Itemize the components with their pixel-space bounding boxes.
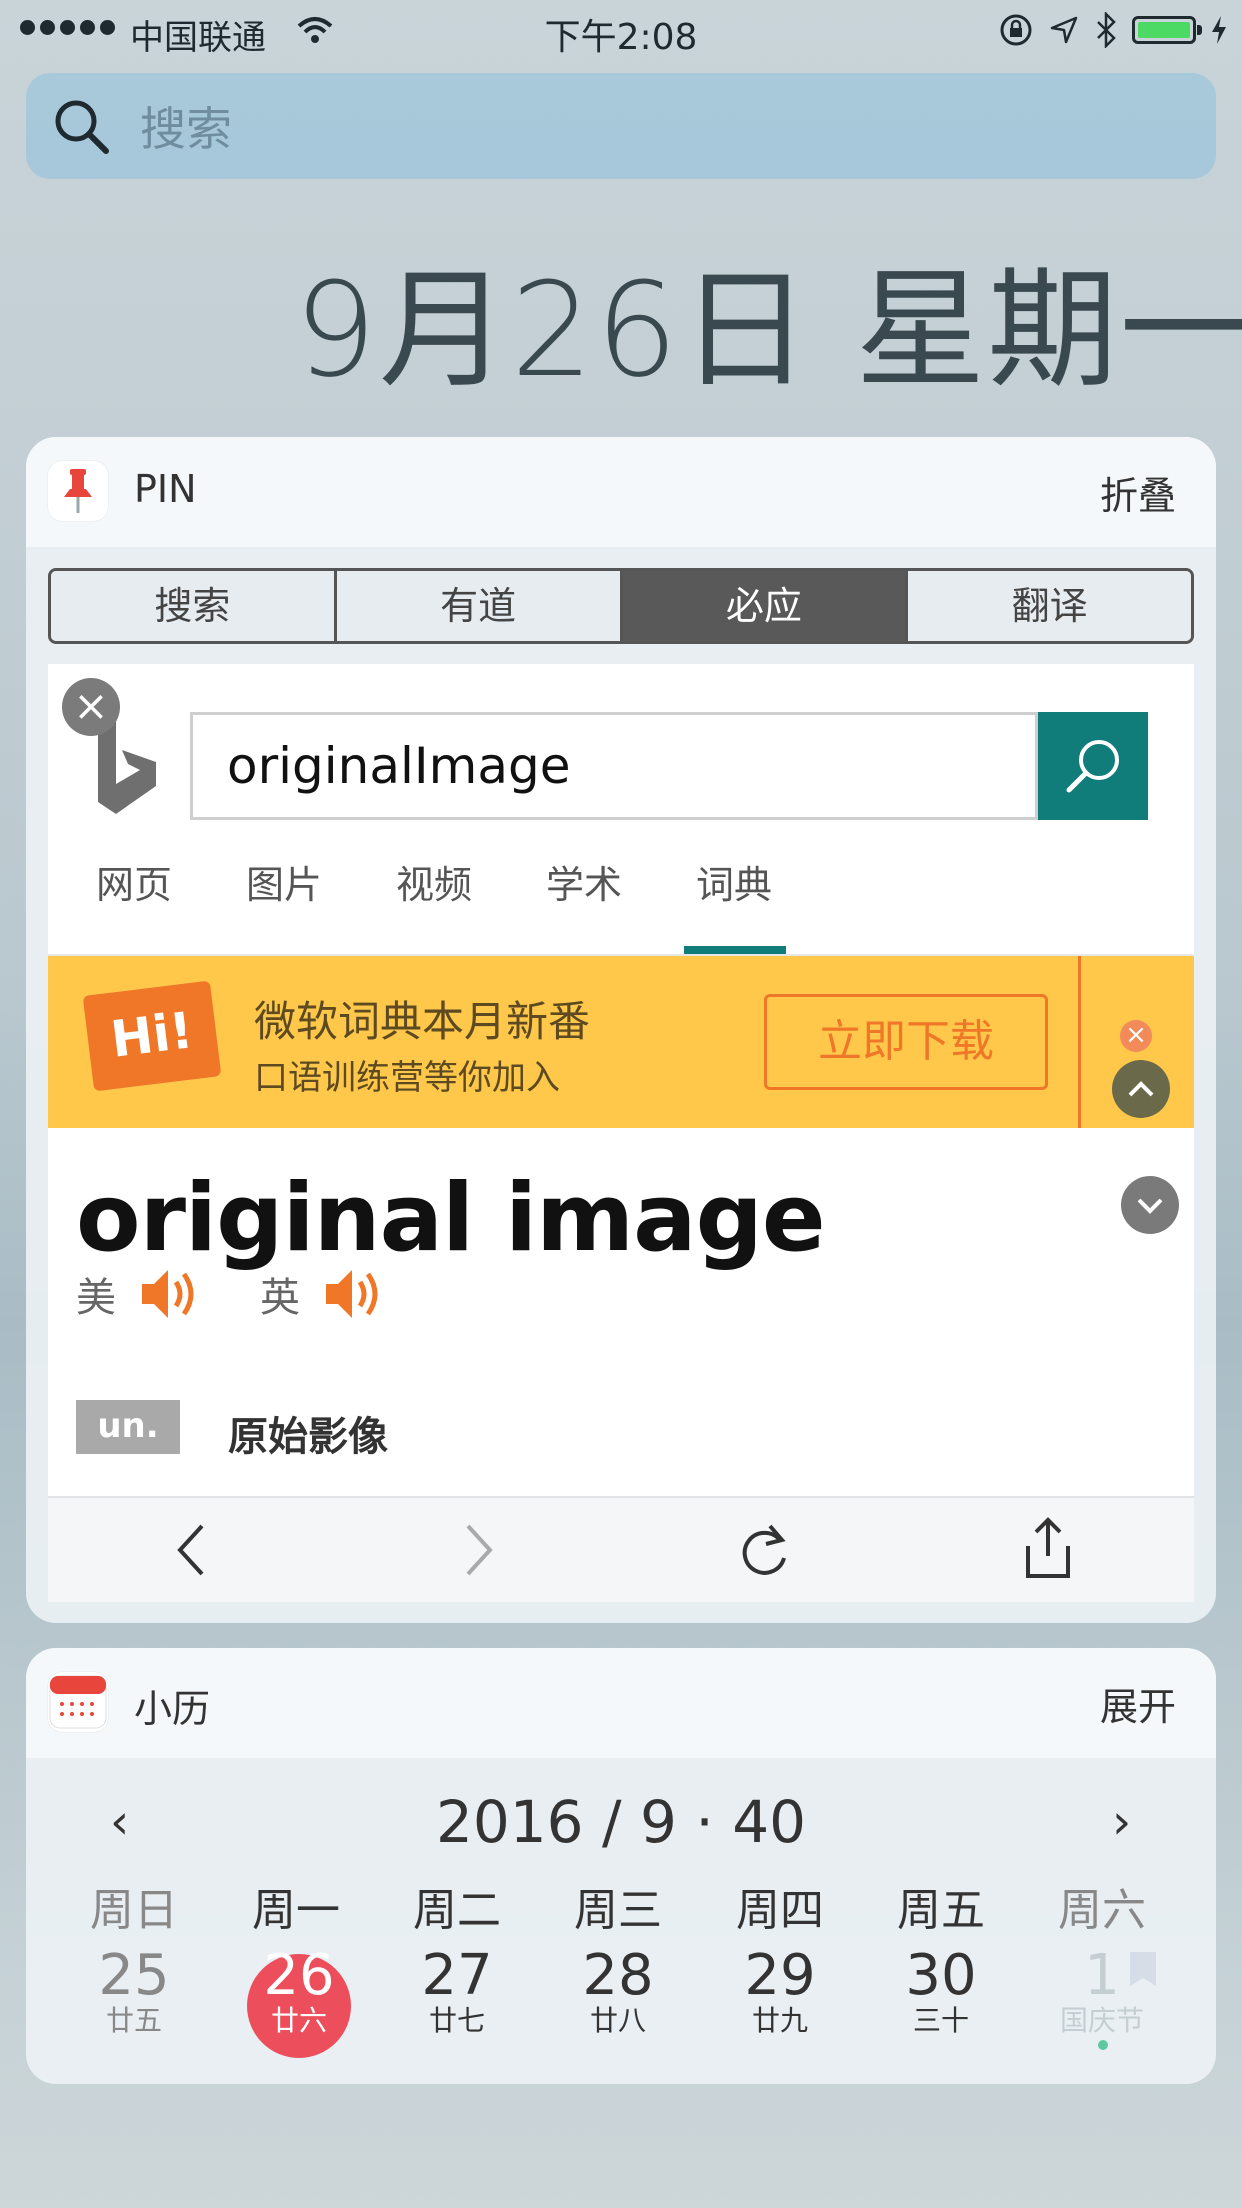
tab-images[interactable]: 图片 xyxy=(246,854,322,909)
search-bar[interactable]: 搜索 xyxy=(26,73,1216,179)
battery-icon xyxy=(1132,16,1202,44)
weekday-thu: 周四 xyxy=(736,1885,824,1936)
calendar-widget-header: 小历 展开 xyxy=(26,1648,1216,1758)
lunar-date: 廿八 xyxy=(589,2004,646,2037)
calendar-widget: 小历 展开 ‹ 2016 / 9 · 40 › 周日 周一 周二 周三 周四 周… xyxy=(26,1648,1216,2084)
reload-icon[interactable] xyxy=(736,1518,796,1582)
location-icon xyxy=(1050,16,1078,44)
promo-title: 微软词典本月新番 xyxy=(254,997,591,1046)
lunar-date: 廿七 xyxy=(428,2004,485,2037)
browser-toolbar xyxy=(48,1496,1194,1602)
day-cell[interactable]: 29 廿九 xyxy=(700,1948,860,2038)
status-icons xyxy=(998,12,1228,48)
chevron-up-icon[interactable] xyxy=(1112,1060,1170,1118)
part-of-speech-badge: un. xyxy=(76,1400,180,1454)
speaker-icon[interactable] xyxy=(322,1264,388,1324)
rotation-lock-icon xyxy=(1000,14,1032,46)
segment-bing[interactable]: 必应 xyxy=(622,571,909,641)
bluetooth-icon xyxy=(1097,12,1116,48)
day-cell[interactable]: 28 廿八 xyxy=(538,1948,698,2038)
chevron-down-icon[interactable] xyxy=(1121,1176,1179,1234)
dictionary-headword: original image xyxy=(76,1164,826,1273)
active-tab-indicator xyxy=(684,946,786,954)
day-cell[interactable]: 25 廿五 xyxy=(54,1948,214,2038)
day-number: 26 xyxy=(263,1943,335,2008)
segment-youdao[interactable]: 有道 xyxy=(336,571,623,641)
promo-hi-badge: Hi! xyxy=(82,980,222,1092)
charging-icon xyxy=(1212,16,1226,44)
tab-academic[interactable]: 学术 xyxy=(546,854,622,909)
weekday-wed: 周三 xyxy=(574,1885,662,1936)
status-bar: 中国联通 下午2:08 xyxy=(0,0,1242,60)
search-icon xyxy=(48,93,114,159)
close-panel-icon[interactable]: × xyxy=(62,678,120,736)
pin-widget-header: PIN 折叠 xyxy=(26,437,1216,547)
holiday-flag-icon xyxy=(1130,1952,1156,1986)
date-heading: 9月26日 星期一 xyxy=(294,254,1242,406)
lunar-date: 国庆节 xyxy=(1059,2004,1144,2037)
calendar-app-name: 小历 xyxy=(134,1687,211,1731)
pron-uk: 英 xyxy=(260,1264,388,1324)
engine-segmented-control: 搜索 有道 必应 翻译 xyxy=(48,568,1194,644)
expand-widget-button[interactable]: 展开 xyxy=(1100,1676,1176,1731)
promo-close-icon[interactable]: × xyxy=(1120,1020,1152,1052)
month-title: 2016 / 9 · 40 xyxy=(435,1788,807,1856)
tab-web[interactable]: 网页 xyxy=(96,854,172,909)
lunar-date: 廿六 xyxy=(270,2004,327,2037)
promo-divider xyxy=(1078,956,1081,1128)
weekday-sat: 周六 xyxy=(1058,1885,1146,1936)
segment-search[interactable]: 搜索 xyxy=(51,571,337,641)
lunar-date: 廿五 xyxy=(105,2004,162,2037)
search-placeholder: 搜索 xyxy=(140,102,232,156)
bing-query-input[interactable]: originalImage xyxy=(190,712,1038,820)
day-number: 1 xyxy=(1084,1943,1120,2008)
definition-text: 原始影像 xyxy=(228,1414,388,1460)
magnifier-icon xyxy=(1066,740,1119,793)
bing-web-panel: × originalImage 网页 图片 视频 学术 词典 Hi! 微软词典本… xyxy=(48,664,1194,1496)
day-cell-today[interactable]: 26 廿六 xyxy=(219,1948,379,2038)
tab-dictionary[interactable]: 词典 xyxy=(696,854,772,909)
promo-subtitle: 口语训练营等你加入 xyxy=(254,1058,560,1098)
segment-translate[interactable]: 翻译 xyxy=(908,571,1191,641)
pin-app-name: PIN xyxy=(134,467,197,511)
day-cell[interactable]: 27 廿七 xyxy=(377,1948,537,2038)
bing-tabs: 网页 图片 视频 学术 词典 xyxy=(48,854,1194,956)
weekday-mon: 周一 xyxy=(252,1885,340,1936)
lunar-date: 廿九 xyxy=(751,2004,808,2037)
promo-download-button[interactable]: 立即下载 xyxy=(764,994,1048,1090)
pin-app-icon xyxy=(48,461,108,521)
tab-videos[interactable]: 视频 xyxy=(396,854,472,909)
day-number: 29 xyxy=(744,1943,816,2008)
calendar-app-icon xyxy=(48,1672,108,1732)
lunar-date: 三十 xyxy=(912,2004,969,2037)
pron-us-label: 美 xyxy=(76,1275,116,1321)
day-cell[interactable]: 1 国庆节 xyxy=(1022,1948,1182,2038)
share-icon[interactable] xyxy=(1020,1516,1076,1582)
collapse-widget-button[interactable]: 折叠 xyxy=(1100,465,1176,520)
speaker-icon[interactable] xyxy=(138,1264,204,1324)
day-cell[interactable]: 30 三十 xyxy=(861,1948,1021,2038)
day-number: 27 xyxy=(421,1943,493,2008)
forward-icon[interactable] xyxy=(458,1520,498,1580)
pron-us: 美 xyxy=(76,1264,204,1324)
day-number: 30 xyxy=(905,1943,977,2008)
event-dot xyxy=(1098,2040,1108,2050)
weekday-fri: 周五 xyxy=(897,1885,985,1936)
day-number: 28 xyxy=(582,1943,654,2008)
bing-search-button[interactable] xyxy=(1038,712,1148,820)
pron-uk-label: 英 xyxy=(260,1275,300,1321)
weekday-sun: 周日 xyxy=(90,1885,178,1936)
back-icon[interactable] xyxy=(172,1520,212,1580)
promo-banner: Hi! 微软词典本月新番 口语训练营等你加入 立即下载 × xyxy=(48,956,1194,1128)
weekday-tue: 周二 xyxy=(413,1885,501,1936)
day-number: 25 xyxy=(98,1943,170,2008)
next-month-button[interactable]: › xyxy=(1112,1794,1131,1850)
